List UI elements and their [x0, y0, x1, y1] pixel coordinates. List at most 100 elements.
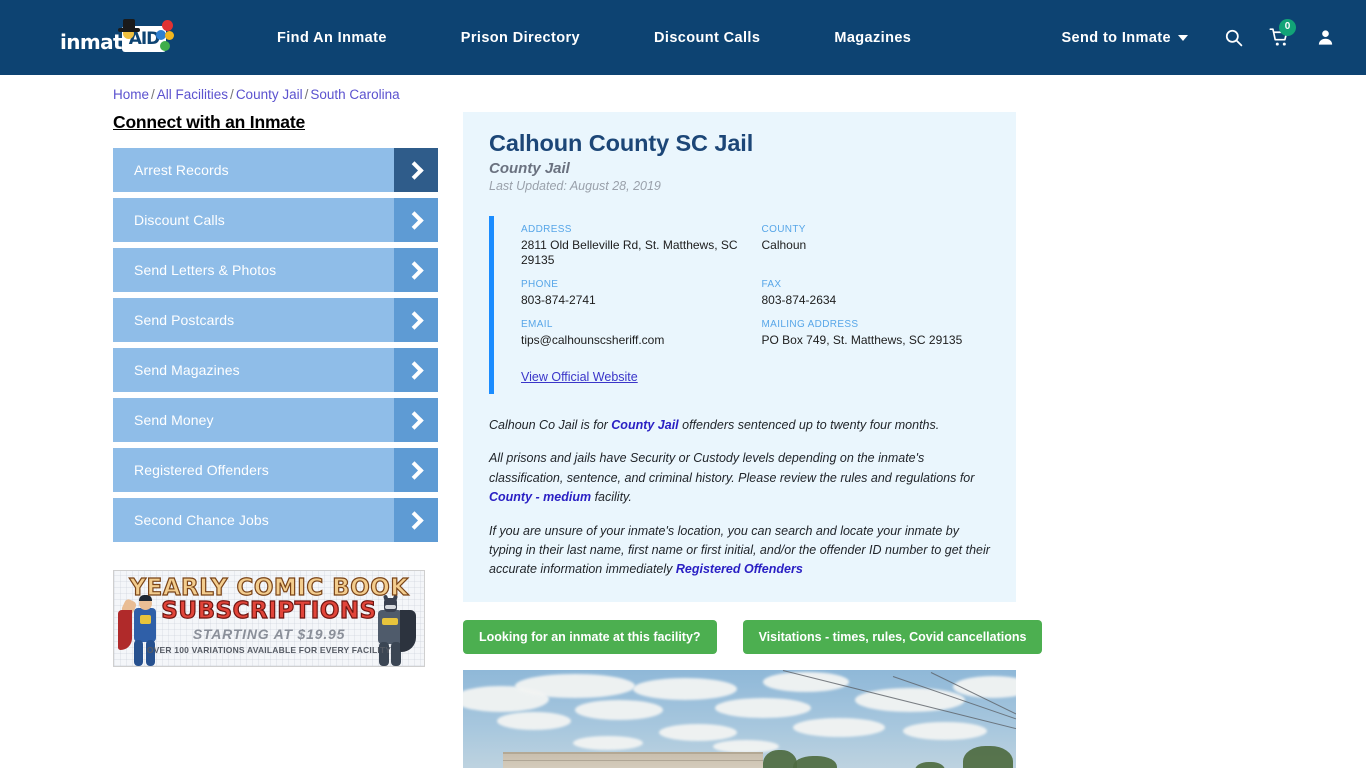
nav-right-cluster: Send to Inmate 0: [1047, 18, 1348, 58]
sidebar-item-send-postcards[interactable]: Send Postcards: [113, 298, 438, 342]
info-field-county: COUNTY Calhoun: [762, 224, 991, 268]
chevron-down-icon: [1178, 34, 1188, 41]
info-label-county: COUNTY: [761, 224, 806, 235]
main-content: Calhoun County SC Jail County Jail Last …: [463, 112, 1043, 768]
sidebar-item-label: Send Letters & Photos: [134, 262, 277, 278]
chevron-right-icon: [394, 498, 438, 542]
chevron-right-icon: [394, 198, 438, 242]
search-button[interactable]: [1210, 18, 1256, 58]
cart-count-badge: 0: [1279, 18, 1296, 36]
cart-button[interactable]: 0: [1256, 18, 1302, 58]
sidebar-item-second-chance-jobs[interactable]: Second Chance Jobs: [113, 498, 438, 542]
top-navigation-bar: inmate AID Find An Inmate Prison Directo…: [0, 0, 1366, 75]
sidebar-item-send-magazines[interactable]: Send Magazines: [113, 348, 438, 392]
info-field-address: ADDRESS 2811 Old Belleville Rd, St. Matt…: [521, 224, 750, 268]
info-field-email: EMAIL tips@calhounscsheriff.com: [521, 319, 750, 348]
official-website-link[interactable]: View Official Website: [521, 370, 638, 384]
sidebar-item-label: Send Money: [134, 412, 214, 428]
search-icon: [1225, 29, 1242, 47]
info-value-address: 2811 Old Belleville Rd, St. Matthews, SC…: [521, 238, 738, 267]
page-body: Connect with an Inmate Arrest Records Di…: [0, 102, 1366, 768]
sidebar-item-label: Send Magazines: [134, 362, 240, 378]
facility-description: Calhoun Co Jail is for County Jail offen…: [489, 416, 990, 580]
facility-contact-info: ADDRESS 2811 Old Belleville Rd, St. Matt…: [489, 216, 990, 394]
chevron-right-icon: [394, 398, 438, 442]
info-value-fax: 803-874-2634: [761, 293, 837, 307]
nav-item-magazines[interactable]: Magazines: [797, 30, 948, 46]
visitations-button[interactable]: Visitations - times, rules, Covid cancel…: [742, 619, 1043, 654]
facility-photo: [463, 669, 1016, 768]
info-label-address: ADDRESS: [521, 224, 572, 235]
sidebar-item-send-letters-photos[interactable]: Send Letters & Photos: [113, 248, 438, 292]
sidebar-item-label: Second Chance Jobs: [134, 512, 269, 528]
breadcrumb-separator: /: [230, 87, 234, 102]
desc-p1-link-county-jail[interactable]: County Jail: [611, 418, 678, 432]
desc-p3-link-registered-offenders[interactable]: Registered Offenders: [676, 562, 803, 576]
sidebar-item-label: Registered Offenders: [134, 462, 269, 478]
description-paragraph-3: If you are unsure of your inmate's locat…: [489, 522, 990, 580]
sidebar-item-label: Discount Calls: [134, 212, 225, 228]
info-label-phone: PHONE: [521, 279, 559, 290]
comic-book-ad-banner[interactable]: YEARLY COMIC BOOK SUBSCRIPTIONS STARTING…: [113, 570, 425, 667]
sidebar-item-discount-calls[interactable]: Discount Calls: [113, 198, 438, 242]
info-value-county: Calhoun: [761, 238, 807, 252]
desc-p2-text-a: All prisons and jails have Security or C…: [489, 451, 975, 485]
account-button[interactable]: [1302, 18, 1348, 58]
info-field-phone: PHONE 803-874-2741: [521, 279, 750, 308]
tree: [793, 755, 837, 768]
desc-p2-text-b: facility.: [591, 490, 632, 505]
logo-mascot-hat-icon: [118, 18, 140, 32]
sidebar-item-label: Arrest Records: [134, 162, 229, 178]
info-value-mailing-address: PO Box 749, St. Matthews, SC 29135: [761, 333, 963, 347]
official-website-row: View Official Website: [521, 368, 990, 386]
info-label-email: EMAIL: [521, 319, 553, 330]
facility-panel: Calhoun County SC Jail County Jail Last …: [463, 112, 1016, 602]
site-logo[interactable]: inmate AID: [60, 16, 180, 60]
breadcrumb: Home / All Facilities / County Jail / South Ca…: [0, 75, 1366, 102]
logo-color-blobs: [156, 19, 178, 56]
ad-subtext-line: OVER 100 VARIATIONS AVAILABLE FOR EVERY …: [146, 645, 392, 655]
chevron-right-icon: [394, 448, 438, 492]
description-paragraph-2: All prisons and jails have Security or C…: [489, 449, 990, 507]
info-value-phone: 803-874-2741: [521, 293, 596, 307]
primary-nav-links: Find An Inmate Prison Directory Discount…: [240, 30, 948, 46]
page-title: Calhoun County SC Jail: [489, 130, 754, 156]
desc-p1-text-a: Calhoun Co Jail is for: [489, 418, 612, 432]
sidebar-item-registered-offenders[interactable]: Registered Offenders: [113, 448, 438, 492]
desc-p1-text-b: offenders sentenced up to twenty four mo…: [678, 418, 940, 432]
breadcrumb-item-county-jail[interactable]: County Jail: [236, 87, 303, 102]
tree: [963, 745, 1013, 768]
ad-price-line: STARTING AT $19.95: [192, 626, 346, 642]
desc-p2-link-county-medium[interactable]: County - medium: [489, 490, 591, 504]
facility-type-label: County Jail: [489, 160, 570, 177]
send-to-inmate-label: Send to Inmate: [1061, 29, 1171, 46]
chevron-right-icon: [394, 348, 438, 392]
breadcrumb-item-home[interactable]: Home: [113, 87, 149, 102]
nav-item-prison-directory[interactable]: Prison Directory: [424, 30, 617, 46]
description-paragraph-1: Calhoun Co Jail is for County Jail offen…: [489, 416, 990, 435]
nav-item-discount-calls[interactable]: Discount Calls: [617, 30, 797, 46]
nav-item-send-to-inmate[interactable]: Send to Inmate: [1047, 30, 1210, 46]
breadcrumb-item-south-carolina[interactable]: South Carolina: [310, 87, 399, 102]
nav-item-find-an-inmate[interactable]: Find An Inmate: [240, 30, 424, 46]
sidebar-item-send-money[interactable]: Send Money: [113, 398, 438, 442]
breadcrumb-item-all-facilities[interactable]: All Facilities: [157, 87, 228, 102]
breadcrumb-separator: /: [151, 87, 155, 102]
tree: [763, 749, 797, 768]
sidebar: Connect with an Inmate Arrest Records Di…: [113, 112, 438, 667]
inmate-search-button[interactable]: Looking for an inmate at this facility?: [463, 619, 717, 654]
chevron-right-icon: [394, 298, 438, 342]
info-field-mailing-address: MAILING ADDRESS PO Box 749, St. Matthews…: [762, 319, 991, 348]
chevron-right-icon: [394, 248, 438, 292]
last-updated-label: Last Updated: August 28, 2019: [489, 179, 661, 193]
info-label-fax: FAX: [761, 279, 782, 290]
chevron-right-icon: [394, 148, 438, 192]
ad-headline-line2: SUBSCRIPTIONS: [161, 597, 377, 624]
user-icon: [1318, 30, 1332, 45]
sidebar-heading: Connect with an Inmate: [113, 112, 306, 132]
jail-building: [503, 751, 763, 768]
cta-button-row: Looking for an inmate at this facility? …: [463, 619, 1043, 654]
sidebar-item-arrest-records[interactable]: Arrest Records: [113, 148, 438, 192]
info-field-fax: FAX 803-874-2634: [762, 279, 991, 308]
info-value-email: tips@calhounscsheriff.com: [521, 333, 665, 347]
